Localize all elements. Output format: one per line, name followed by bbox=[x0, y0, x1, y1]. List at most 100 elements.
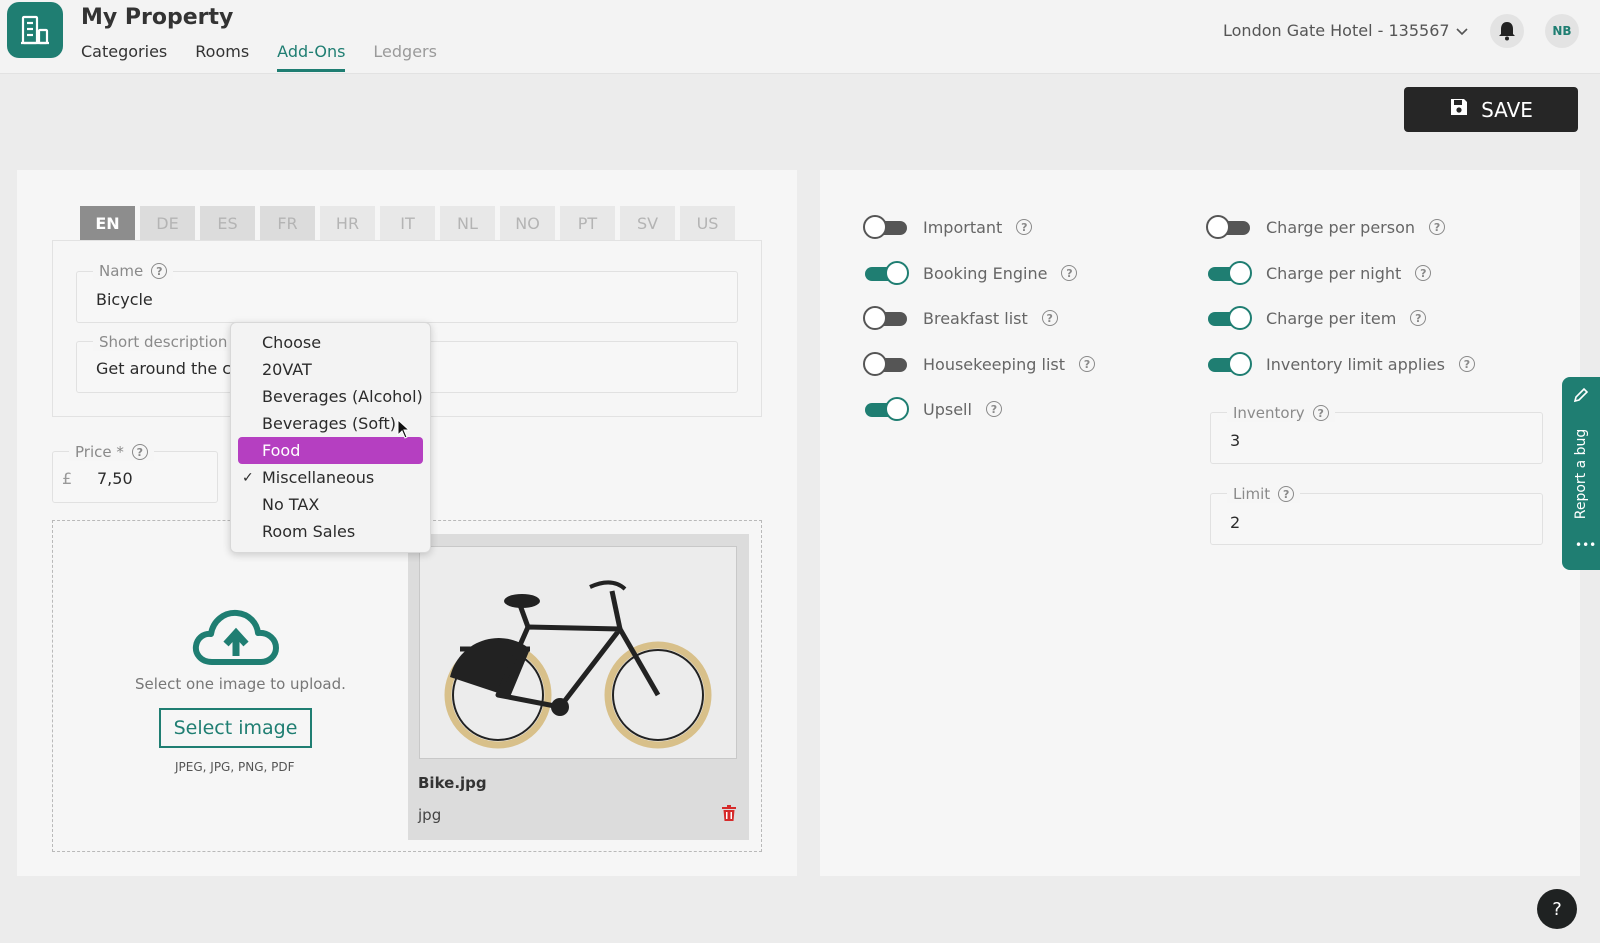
toggle-label: Housekeeping list bbox=[923, 354, 1066, 374]
limit-value: 2 bbox=[1230, 513, 1241, 532]
tab-categories[interactable]: Categories bbox=[81, 42, 167, 72]
dropdown-option-highlighted[interactable]: Food bbox=[238, 437, 423, 464]
toggle-label: Breakfast list bbox=[923, 308, 1028, 328]
price-label-text: Price * bbox=[75, 443, 124, 461]
toggle-important[interactable]: Important ? bbox=[863, 215, 1033, 239]
toggle-charge-per-night[interactable]: Charge per night ? bbox=[1206, 261, 1432, 285]
toggle-switch[interactable] bbox=[1206, 215, 1252, 239]
pencil-icon bbox=[1573, 387, 1589, 407]
dropdown-option[interactable]: Room Sales bbox=[231, 518, 430, 545]
hotel-selector[interactable]: London Gate Hotel - 135567 bbox=[1223, 21, 1468, 40]
lang-tab-es[interactable]: ES bbox=[200, 206, 255, 240]
dropdown-option[interactable]: Beverages (Alcohol) bbox=[231, 383, 430, 410]
name-value: Bicycle bbox=[96, 290, 153, 309]
toggle-housekeeping-list[interactable]: Housekeeping list ? bbox=[863, 352, 1096, 376]
help-icon[interactable]: ? bbox=[1410, 310, 1427, 326]
image-preview bbox=[419, 546, 737, 759]
toggle-upsell[interactable]: Upsell ? bbox=[863, 397, 1002, 421]
help-icon[interactable]: ? bbox=[1429, 219, 1446, 235]
inventory-label-text: Inventory bbox=[1233, 404, 1305, 422]
tab-ledgers[interactable]: Ledgers bbox=[373, 42, 437, 72]
cloud-upload-icon bbox=[192, 606, 280, 672]
lang-tab-no[interactable]: NO bbox=[500, 206, 555, 240]
file-name: Bike.jpg bbox=[418, 774, 487, 792]
lang-tab-us[interactable]: US bbox=[680, 206, 735, 240]
help-icon[interactable]: ? bbox=[1079, 356, 1096, 372]
help-icon[interactable]: ? bbox=[1041, 310, 1058, 326]
help-icon[interactable]: ? bbox=[151, 263, 168, 279]
upload-prompt: Select one image to upload. bbox=[135, 675, 346, 693]
language-tabs: EN DE ES FR HR IT NL NO PT SV US bbox=[80, 206, 735, 240]
lang-tab-sv[interactable]: SV bbox=[620, 206, 675, 240]
report-bug-tab[interactable]: Report a bug ••• bbox=[1562, 377, 1600, 570]
toggle-charge-per-item[interactable]: Charge per item ? bbox=[1206, 306, 1427, 330]
lang-tab-de[interactable]: DE bbox=[140, 206, 195, 240]
price-value: 7,50 bbox=[97, 469, 133, 488]
trash-icon[interactable] bbox=[722, 805, 736, 825]
main-tabs: Categories Rooms Add-Ons Ledgers bbox=[81, 42, 465, 72]
toggle-switch[interactable] bbox=[863, 306, 909, 330]
avatar[interactable]: NB bbox=[1545, 14, 1579, 48]
help-button[interactable]: ? bbox=[1537, 889, 1577, 929]
dropdown-option-checked[interactable]: ✓ Miscellaneous bbox=[231, 464, 430, 491]
help-icon[interactable]: ? bbox=[985, 401, 1002, 417]
help-icon[interactable]: ? bbox=[1458, 356, 1475, 372]
toggle-label: Upsell bbox=[923, 399, 972, 419]
toggle-switch[interactable] bbox=[863, 261, 909, 285]
short-description-label: Short description bbox=[93, 333, 234, 351]
checkmark-icon: ✓ bbox=[242, 469, 254, 486]
lang-tab-en[interactable]: EN bbox=[80, 206, 135, 240]
save-button[interactable]: SAVE bbox=[1404, 87, 1578, 132]
toggle-inventory-limit-applies[interactable]: Inventory limit applies ? bbox=[1206, 352, 1475, 376]
toggle-label: Important bbox=[923, 217, 1003, 237]
help-icon[interactable]: ? bbox=[1278, 486, 1295, 502]
help-icon[interactable]: ? bbox=[1415, 265, 1432, 281]
toggle-switch[interactable] bbox=[863, 397, 909, 421]
more-dots-icon: ••• bbox=[1575, 538, 1597, 552]
toggle-switch[interactable] bbox=[1206, 261, 1252, 285]
help-icon[interactable]: ? bbox=[1312, 405, 1329, 421]
dropdown-option[interactable]: Choose bbox=[231, 329, 430, 356]
hotel-selector-label: London Gate Hotel - 135567 bbox=[1223, 21, 1450, 40]
help-icon[interactable]: ? bbox=[1061, 265, 1078, 281]
short-description-label-text: Short description bbox=[99, 333, 228, 351]
toggle-switch[interactable] bbox=[1206, 352, 1252, 376]
toggle-label: Charge per night bbox=[1266, 263, 1402, 283]
toggle-label: Inventory limit applies bbox=[1266, 354, 1445, 374]
lang-tab-fr[interactable]: FR bbox=[260, 206, 315, 240]
lang-tab-it[interactable]: IT bbox=[380, 206, 435, 240]
dropdown-option[interactable]: No TAX bbox=[231, 491, 430, 518]
name-label: Name ? bbox=[93, 262, 174, 280]
lang-tab-nl[interactable]: NL bbox=[440, 206, 495, 240]
toggle-switch[interactable] bbox=[863, 215, 909, 239]
select-image-button[interactable]: Select image bbox=[159, 708, 312, 748]
building-logo-icon[interactable] bbox=[7, 2, 63, 58]
currency-symbol: £ bbox=[62, 469, 73, 488]
tab-rooms[interactable]: Rooms bbox=[195, 42, 249, 72]
lang-tab-pt[interactable]: PT bbox=[560, 206, 615, 240]
lang-tab-hr[interactable]: HR bbox=[320, 206, 375, 240]
inventory-label: Inventory ? bbox=[1227, 404, 1335, 422]
toggle-switch[interactable] bbox=[1206, 306, 1252, 330]
upload-formats: JPEG, JPG, PNG, PDF bbox=[175, 760, 295, 774]
help-icon[interactable]: ? bbox=[131, 444, 148, 460]
name-field[interactable] bbox=[76, 271, 738, 323]
toggle-charge-per-person[interactable]: Charge per person ? bbox=[1206, 215, 1446, 239]
short-description-value: Get around the city bbox=[96, 359, 252, 378]
chevron-down-icon bbox=[1455, 21, 1468, 40]
save-button-label: SAVE bbox=[1481, 97, 1533, 122]
toggle-label: Charge per person bbox=[1266, 217, 1416, 237]
dropdown-option[interactable]: 20VAT bbox=[231, 356, 430, 383]
app-title: My Property bbox=[81, 5, 234, 30]
toggle-booking-engine[interactable]: Booking Engine ? bbox=[863, 261, 1078, 285]
notification-bell-icon[interactable] bbox=[1490, 14, 1524, 48]
tab-add-ons[interactable]: Add-Ons bbox=[277, 42, 346, 72]
toggle-label: Booking Engine bbox=[923, 263, 1048, 283]
help-icon[interactable]: ? bbox=[1016, 219, 1033, 235]
limit-label-text: Limit bbox=[1233, 485, 1271, 503]
limit-label: Limit ? bbox=[1227, 485, 1301, 503]
toggle-switch[interactable] bbox=[863, 352, 909, 376]
report-bug-label: Report a bug bbox=[1573, 428, 1589, 519]
toggle-breakfast-list[interactable]: Breakfast list ? bbox=[863, 306, 1058, 330]
inventory-value: 3 bbox=[1230, 431, 1241, 450]
